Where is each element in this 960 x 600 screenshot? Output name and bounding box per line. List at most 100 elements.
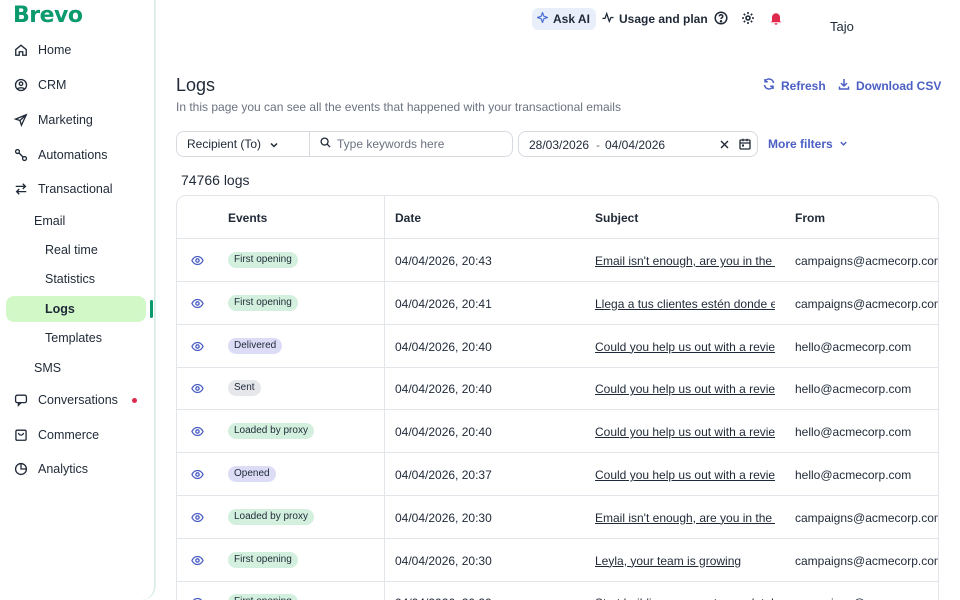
- table-row[interactable]: Sent 04/04/2026, 20:40 Could you help us o…: [177, 367, 938, 411]
- row-subject-link[interactable]: Llega a tus clientes estén donde estén: [595, 297, 775, 311]
- usage-and-plan-button[interactable]: Usage and plan: [602, 8, 708, 30]
- calendar-icon[interactable]: [739, 138, 751, 150]
- table-row[interactable]: First opening 04/04/2026, 20:43 Email isn'…: [177, 239, 939, 282]
- row-date: 04/04/2026, 20:40: [395, 382, 492, 397]
- row-subject-link[interactable]: Could you help us out with a review, Ley…: [595, 382, 775, 396]
- refresh-button[interactable]: Refresh: [763, 78, 826, 93]
- row-date: 04/04/2026, 20:41: [395, 296, 492, 311]
- table-row[interactable]: Loaded by proxy 04/04/2026, 20:40 Could yo…: [177, 410, 938, 454]
- event-badge: Sent: [228, 380, 261, 397]
- table-row[interactable]: First opening 04/04/2026, 20:30 Leyla, you…: [177, 539, 938, 582]
- sidebar-item-conversations[interactable]: Conversations: [6, 387, 146, 413]
- view-eye-icon[interactable]: [191, 254, 204, 267]
- date-separator: -: [596, 138, 600, 152]
- row-subject-link[interactable]: Could you help us out with a review, Ley…: [595, 340, 775, 354]
- view-eye-icon[interactable]: [191, 382, 204, 395]
- sidebar-item-marketing[interactable]: Marketing: [6, 107, 146, 133]
- row-date: 04/04/2026, 20:43: [395, 254, 492, 268]
- sidebar-item-label: Real time: [45, 243, 98, 257]
- row-subject-link[interactable]: Email isn't enough, are you in the right: [595, 254, 775, 268]
- download-label: Download CSV: [856, 78, 942, 93]
- row-subject-link[interactable]: Could you help us out with a review, Ley…: [595, 468, 775, 482]
- send-icon: [13, 112, 29, 128]
- search-input[interactable]: [337, 137, 507, 151]
- event-badge: Loaded by proxy: [228, 508, 314, 525]
- view-eye-icon[interactable]: [191, 511, 204, 524]
- sidebar-item-label: Commerce: [38, 428, 100, 442]
- recipient-filter-value: Recipient (To): [187, 137, 262, 151]
- download-icon: [838, 78, 850, 93]
- search-field[interactable]: [309, 131, 513, 157]
- column-header-events[interactable]: Events: [228, 211, 267, 225]
- date-range-picker[interactable]: 28/03/2026 - 04/04/2026: [518, 131, 758, 157]
- table-row[interactable]: Loaded by proxy 04/04/2026, 20:30 Email is…: [177, 496, 938, 539]
- sidebar-item-label: SMS: [34, 361, 62, 375]
- sidebar-item-transactional[interactable]: Transactional: [6, 176, 146, 202]
- ask-ai-label: Ask AI: [553, 12, 590, 26]
- row-subject-link[interactable]: Email isn't enough, are you in the right: [595, 511, 775, 525]
- column-header-date[interactable]: Date: [395, 211, 421, 225]
- sidebar-item-email[interactable]: Email: [6, 208, 146, 234]
- help-icon[interactable]: [714, 11, 728, 25]
- sidebar-item-analytics[interactable]: Analytics: [6, 456, 146, 482]
- sidebar-item-label: Conversations: [38, 393, 118, 407]
- transactional-icon: [13, 181, 29, 197]
- view-eye-icon[interactable]: [191, 297, 204, 310]
- home-icon: [13, 42, 29, 58]
- event-badge: First opening: [228, 551, 298, 568]
- ask-ai-button[interactable]: Ask AI: [532, 8, 596, 30]
- row-date: 04/04/2026, 20:30: [395, 553, 492, 568]
- view-eye-icon[interactable]: [191, 425, 204, 438]
- view-eye-icon[interactable]: [191, 554, 204, 567]
- notifications-bell-icon[interactable]: [769, 11, 783, 25]
- table-row[interactable]: First opening 04/04/2026, 20:41 Llega a tu…: [177, 282, 938, 325]
- refresh-label: Refresh: [781, 78, 826, 93]
- settings-gear-icon[interactable]: [741, 11, 755, 25]
- sidebar-item-home[interactable]: Home: [6, 37, 146, 63]
- event-badge: Delivered: [228, 337, 283, 354]
- row-subject-link[interactable]: Start building your customer database: [595, 596, 775, 600]
- sparkle-icon: [535, 10, 550, 26]
- row-subject-link[interactable]: Could you help us out with a review, Ley…: [595, 425, 775, 439]
- analytics-icon: [13, 461, 29, 477]
- download-csv-button[interactable]: Download CSV: [838, 78, 941, 93]
- active-indicator: [150, 300, 153, 318]
- sidebar: Brevo Home CRM Marketing Automations Tra…: [0, 0, 155, 600]
- sidebar-item-logs[interactable]: Logs: [6, 296, 146, 322]
- contacts-icon: [13, 77, 29, 93]
- row-from: hello@acmecorp.com: [795, 382, 912, 397]
- shop-icon: [13, 427, 29, 443]
- user-name[interactable]: Tajo: [830, 19, 854, 34]
- table-row[interactable]: First opening 04/04/2026, 20:29 Start buil…: [177, 581, 938, 600]
- column-header-from[interactable]: From: [795, 211, 825, 225]
- row-date: 04/04/2026, 20:37: [395, 468, 492, 482]
- sidebar-item-templates[interactable]: Templates: [6, 325, 146, 351]
- view-eye-icon[interactable]: [191, 468, 204, 481]
- usage-label: Usage and plan: [619, 12, 708, 26]
- chevron-down-icon: [269, 139, 279, 149]
- sidebar-item-label: Email: [34, 214, 66, 228]
- row-from: campaigns@acmecorp.com: [795, 254, 939, 268]
- row-subject-link[interactable]: Leyla, your team is growing: [595, 554, 775, 568]
- clear-date-icon[interactable]: [719, 139, 730, 150]
- notification-dot: [132, 398, 137, 403]
- view-eye-icon[interactable]: [191, 340, 204, 353]
- table-row[interactable]: Delivered 04/04/2026, 20:40 Could you help…: [177, 325, 938, 368]
- brevo-logo[interactable]: Brevo: [13, 3, 83, 28]
- sidebar-item-statistics[interactable]: Statistics: [6, 266, 146, 292]
- column-header-subject[interactable]: Subject: [595, 211, 638, 225]
- sidebar-item-sms[interactable]: SMS: [6, 355, 146, 381]
- automation-icon: [13, 147, 29, 163]
- sidebar-item-commerce[interactable]: Commerce: [6, 422, 146, 448]
- sidebar-item-label: Templates: [45, 331, 102, 345]
- sidebar-item-label: Logs: [45, 302, 75, 316]
- sidebar-item-automations[interactable]: Automations: [6, 142, 146, 168]
- recipient-filter-select[interactable]: Recipient (To): [176, 131, 310, 157]
- view-eye-icon[interactable]: [191, 596, 204, 600]
- logs-table: Events Date Subject From First opening 04…: [176, 195, 939, 600]
- chat-icon: [13, 392, 29, 408]
- table-row[interactable]: Opened 04/04/2026, 20:37 Could you help us…: [177, 453, 938, 496]
- sidebar-item-crm[interactable]: CRM: [6, 72, 146, 98]
- sidebar-item-real-time[interactable]: Real time: [6, 237, 146, 263]
- more-filters-button[interactable]: More filters: [768, 137, 848, 151]
